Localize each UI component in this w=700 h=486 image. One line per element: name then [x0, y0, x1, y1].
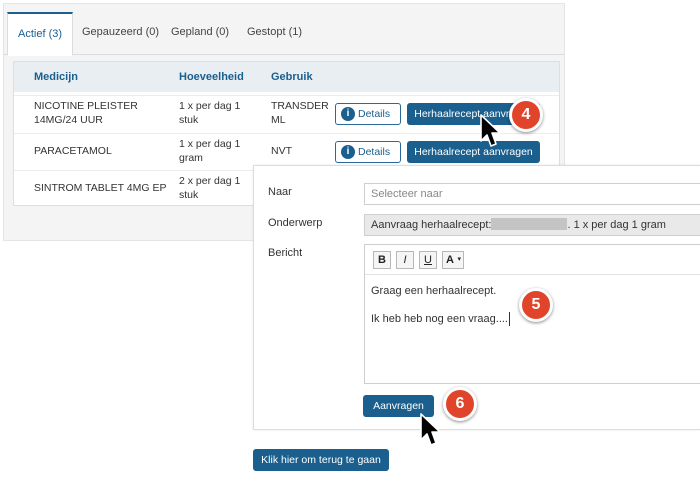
details-button[interactable]: i Details: [335, 103, 401, 125]
details-button[interactable]: i Details: [335, 141, 401, 163]
subject-field: Aanvraag herhaalrecept: . 1 x per dag 1 g…: [364, 214, 700, 236]
cell-gebruik: TRANSDERML: [271, 100, 329, 126]
status-tabs: Actief (3) Gepauzeerd (0) Gepland (0) Ge…: [4, 12, 564, 56]
details-label: Details: [358, 146, 391, 158]
column-header-gebruik: Gebruik: [271, 71, 313, 83]
editor-toolbar: B I U A ▾: [365, 245, 700, 275]
step-badge-6: 6: [443, 387, 477, 421]
text-caret: [509, 312, 510, 326]
font-color-label: A: [446, 254, 454, 266]
cell-hoeveelheid: 1 x per dag 1 gram: [179, 138, 241, 164]
details-label: Details: [358, 108, 391, 120]
back-button[interactable]: Klik hier om terug te gaan: [253, 449, 389, 471]
tab-gepland[interactable]: Gepland (0): [171, 12, 229, 55]
subject-label: Onderwerp: [268, 217, 323, 229]
cell-gebruik: NVT: [271, 145, 292, 157]
italic-button[interactable]: I: [396, 251, 414, 269]
tab-actief[interactable]: Actief (3): [7, 12, 74, 56]
message-line: Graag een herhaalrecept.: [371, 285, 497, 297]
mouse-cursor-icon: [480, 114, 501, 147]
cell-medicijn: NICOTINE PLEISTER 14MG/24 UUR: [34, 100, 138, 126]
step-badge-4: 4: [509, 98, 543, 132]
info-icon: i: [341, 107, 355, 121]
underline-button[interactable]: U: [419, 251, 437, 269]
tab-gestopt[interactable]: Gestopt (1): [247, 12, 302, 55]
column-header-hoeveelheid: Hoeveelheid: [179, 71, 244, 83]
redacted-block: [491, 218, 568, 230]
mouse-cursor-icon: [420, 413, 441, 446]
bold-button[interactable]: B: [373, 251, 391, 269]
table-header: Medicijn Hoeveelheid Gebruik: [14, 62, 559, 92]
column-header-medicijn: Medicijn: [34, 71, 79, 83]
to-label: Naar: [268, 186, 292, 198]
cell-medicijn: SINTROM TABLET 4MG EP: [34, 182, 167, 194]
font-color-button[interactable]: A ▾: [442, 251, 464, 269]
message-label: Bericht: [268, 247, 303, 259]
dropdown-arrow-icon: ▾: [457, 256, 461, 263]
message-line: Ik heb heb nog een vraag....: [371, 313, 508, 325]
subject-prefix: Aanvraag herhaalrecept:: [371, 219, 492, 231]
refill-request-form: Naar Selecteer naar Onderwerp Aanvraag h…: [253, 165, 700, 430]
table-row: NICOTINE PLEISTER 14MG/24 UUR 1 x per da…: [14, 95, 559, 132]
cell-hoeveelheid: 1 x per dag 1 stuk: [179, 100, 241, 126]
cell-hoeveelheid: 2 x per dag 1 stuk: [179, 175, 241, 201]
refill-request-button[interactable]: Herhaalrecept aanvragen: [407, 141, 540, 163]
recipient-select[interactable]: Selecteer naar: [364, 183, 700, 205]
step-badge-5: 5: [519, 288, 553, 322]
subject-suffix: . 1 x per dag 1 gram: [567, 219, 666, 231]
cell-medicijn: PARACETAMOL: [34, 145, 112, 157]
tab-gepauzeerd[interactable]: Gepauzeerd (0): [82, 12, 159, 55]
info-icon: i: [341, 145, 355, 159]
